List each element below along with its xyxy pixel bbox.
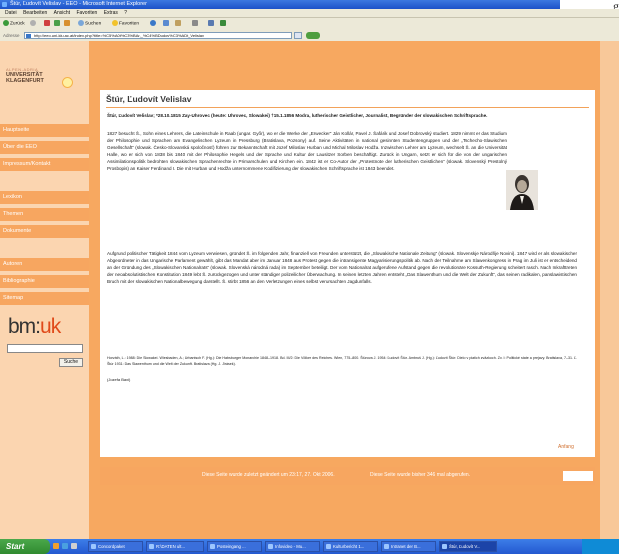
sidebar-item--ber-die-eeo[interactable]: Über die EEO (0, 141, 89, 154)
bmuk-logo[interactable]: bm:uk (8, 315, 61, 339)
messenger-button[interactable] (220, 20, 227, 28)
star-icon (112, 20, 118, 26)
messenger-icon (220, 20, 226, 26)
page-favicon (26, 34, 31, 38)
stop-button[interactable] (44, 20, 51, 28)
taskbar-item[interactable]: Posteingang ... (207, 541, 262, 552)
overlay-text: g (560, 0, 619, 9)
quicklaunch-icon-1[interactable] (53, 543, 59, 549)
favorites-button[interactable]: Favoriten (112, 20, 139, 28)
mediawiki-badge[interactable] (563, 471, 593, 481)
sidebar-item-autoren[interactable]: Autoren (0, 258, 89, 271)
menu-extras[interactable]: Extras (104, 9, 118, 17)
search-submit-button[interactable]: Suche (59, 358, 83, 367)
search-icon (78, 20, 84, 26)
taskbar-item[interactable]: Concordpaket (88, 541, 143, 552)
search-button[interactable]: Suchen (78, 20, 101, 28)
edit-icon (208, 20, 214, 26)
sidebar-item-themen[interactable]: Themen (0, 208, 89, 221)
window-icon (442, 544, 447, 549)
page-views-text: Diese Seite wurde bisher 346 mal abgeruf… (370, 472, 471, 478)
sidebar-item-lexikon[interactable]: Lexikon (0, 191, 89, 204)
address-label: Adresse (3, 33, 20, 38)
menu-bearbeiten[interactable]: Bearbeiten (23, 9, 47, 17)
mail-icon (175, 20, 181, 26)
forward-arrow-icon (30, 20, 36, 26)
window-icon (210, 544, 215, 549)
taskbar-item[interactable]: Štúr, Ľudovít V... (439, 541, 497, 552)
menu-help[interactable]: ? (124, 9, 127, 17)
title-underline (106, 107, 589, 108)
system-tray (582, 539, 619, 554)
history-button[interactable] (163, 20, 170, 28)
search-input[interactable] (7, 344, 83, 353)
start-button[interactable]: Start (0, 539, 50, 554)
media-icon (150, 20, 156, 26)
university-logo[interactable]: ALPEN-ADRIA UNIVERSITÄT KLAGENFURT (6, 67, 73, 101)
article-content: Štúr, Ľudovít Velislav Štúr, Ľudovít Vel… (100, 90, 595, 457)
page-footer: Diese Seite wurde zuletzt geändert um 23… (100, 467, 595, 485)
article-intro: Štúr, Ľudovít Velislav; *28.10.1815 Zay-… (107, 113, 488, 118)
url-input[interactable]: http://eeo.uni-klu.ac.at/index.php?title… (24, 32, 292, 39)
mail-button[interactable] (175, 20, 182, 28)
addon-toolbar-icon[interactable] (306, 32, 320, 39)
last-modified-text: Diese Seite wurde zuletzt geändert um 23… (202, 472, 335, 478)
article-paragraph-1: 1827 besucht Š., Sohn eines Lehrers, die… (107, 131, 507, 172)
address-dropdown-button[interactable] (294, 32, 302, 39)
window-icon (268, 544, 273, 549)
taskbar-item[interactable]: Infovideo - Mu... (265, 541, 320, 552)
logo-sun-icon (62, 77, 73, 88)
edit-button[interactable] (208, 20, 215, 28)
quicklaunch-icon-2[interactable] (62, 543, 68, 549)
back-button[interactable]: Zurück (3, 20, 25, 28)
refresh-icon (54, 20, 60, 26)
stop-icon (44, 20, 50, 26)
menu-favoriten[interactable]: Favoriten (76, 9, 97, 17)
home-icon (64, 20, 70, 26)
home-button[interactable] (64, 20, 71, 28)
taskbar-item[interactable]: Kulturbericht 1... (323, 541, 378, 552)
taskbar-item[interactable]: Intranet der B... (381, 541, 436, 552)
sidebar-item-hauptseite[interactable]: Hauptseite (0, 124, 89, 137)
history-icon (163, 20, 169, 26)
quicklaunch-icon-3[interactable] (71, 543, 77, 549)
window-icon (149, 544, 154, 549)
forward-button[interactable] (30, 20, 37, 28)
article-references: Horváth, L.: 1988: Die Slowakei. Wiesbad… (107, 356, 577, 366)
menu-ansicht[interactable]: Ansicht (54, 9, 70, 17)
web-page: ALPEN-ADRIA UNIVERSITÄT KLAGENFURT Haupt… (0, 41, 619, 539)
page-margin (600, 41, 619, 539)
article-paragraph-2: Aufgrund politischer Tätigkeit 1844 vom … (107, 251, 577, 285)
menu-bar: Datei Bearbeiten Ansicht Favoriten Extra… (0, 9, 619, 18)
internet-explorer-icon (2, 2, 7, 7)
article-title: Štúr, Ľudovít Velislav (106, 94, 192, 104)
sidebar-item-dokumente[interactable]: Dokumente (0, 225, 89, 238)
taskbar-item[interactable]: R:\DATEN ult... (146, 541, 204, 552)
back-arrow-icon (3, 20, 9, 26)
print-button[interactable] (192, 20, 199, 28)
window-title-bar[interactable]: Štúr, Ľudovít Velislav - EEO - Microsoft… (0, 0, 619, 9)
window-icon (326, 544, 331, 549)
print-icon (192, 20, 198, 26)
sidebar-item-bibliographie[interactable]: Bibliographie (0, 275, 89, 288)
window-icon (91, 544, 96, 549)
sidebar-item-impressum-kontakt[interactable]: Impressum/Kontakt (0, 158, 89, 171)
menu-datei[interactable]: Datei (5, 9, 17, 17)
back-to-top-link[interactable]: Anfang (558, 444, 574, 450)
windows-taskbar: Start Concordpaket R:\DATEN ult... Postein… (0, 539, 619, 554)
sidebar: ALPEN-ADRIA UNIVERSITÄT KLAGENFURT Haupt… (0, 41, 89, 539)
sidebar-item-sitemap[interactable]: Sitemap (0, 292, 89, 305)
media-button[interactable] (150, 20, 157, 28)
refresh-button[interactable] (54, 20, 61, 28)
window-icon (384, 544, 389, 549)
portrait-photo (506, 170, 538, 210)
article-author: (Jozefa Baxi) (107, 377, 131, 382)
window-title: Štúr, Ľudovít Velislav - EEO - Microsoft… (10, 1, 147, 7)
